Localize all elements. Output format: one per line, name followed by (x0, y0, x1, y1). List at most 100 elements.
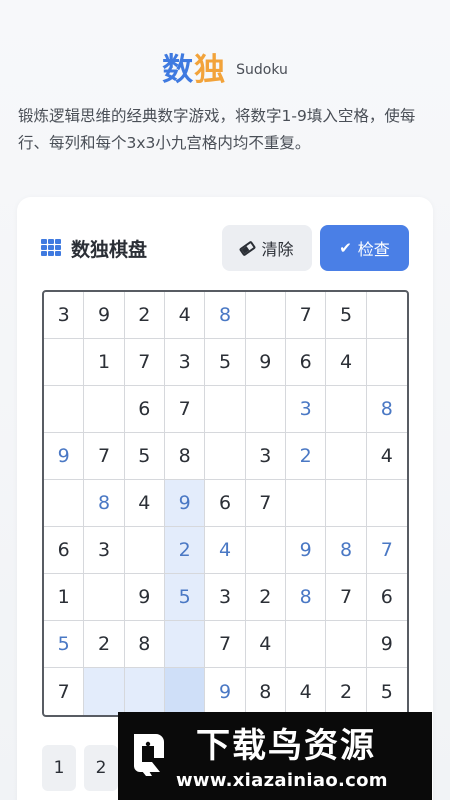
sudoku-cell-r8-c1[interactable]: 5 (44, 621, 85, 668)
sudoku-cell-r3-c7[interactable]: 3 (285, 386, 327, 433)
sudoku-cell-r7-c8[interactable]: 7 (326, 574, 367, 621)
sudoku-cell-r6-c3[interactable] (124, 527, 165, 574)
sudoku-cell-r3-c1[interactable] (44, 386, 85, 433)
sudoku-cell-r5-c9[interactable] (366, 480, 407, 527)
sudoku-cell-r8-c7[interactable] (285, 621, 327, 668)
eraser-icon (239, 240, 257, 256)
sudoku-cell-r8-c5[interactable]: 7 (205, 621, 246, 668)
sudoku-cell-r9-c1[interactable]: 7 (44, 668, 85, 715)
sudoku-cell-r4-c8[interactable] (326, 433, 367, 480)
sudoku-cell-r2-c3[interactable]: 7 (124, 339, 165, 386)
sudoku-cell-r4-c2[interactable]: 7 (84, 433, 125, 480)
bird-logo-icon (134, 734, 164, 776)
sudoku-cell-r1-c8[interactable]: 5 (326, 292, 367, 339)
sudoku-cell-r9-c4[interactable] (164, 668, 206, 715)
sudoku-board: 3924875173596467389758324849676324987195… (42, 290, 409, 717)
sudoku-cell-r8-c8[interactable] (326, 621, 367, 668)
numpad-key-2[interactable]: 2 (84, 745, 118, 791)
sudoku-cell-r3-c5[interactable] (205, 386, 246, 433)
sudoku-cell-r1-c3[interactable]: 2 (124, 292, 165, 339)
check-icon: ✔ (339, 239, 352, 257)
sudoku-cell-r9-c6[interactable]: 8 (246, 668, 286, 715)
sudoku-cell-r1-c7[interactable]: 7 (285, 292, 327, 339)
sudoku-cell-r7-c5[interactable]: 3 (205, 574, 246, 621)
sudoku-cell-r3-c2[interactable] (84, 386, 125, 433)
sudoku-cell-r5-c4[interactable]: 9 (164, 480, 206, 527)
sudoku-cell-r9-c9[interactable]: 5 (367, 668, 407, 715)
check-button-label: 检查 (357, 240, 390, 259)
sudoku-cell-r5-c2[interactable]: 8 (84, 480, 125, 527)
sudoku-cell-r6-c7[interactable]: 9 (285, 527, 327, 574)
sudoku-cell-r7-c3[interactable]: 9 (124, 574, 165, 621)
sudoku-cell-r1-c5[interactable]: 8 (205, 292, 246, 339)
clear-button[interactable]: 清除 (222, 225, 312, 271)
sudoku-cell-r6-c1[interactable]: 6 (44, 527, 85, 574)
sudoku-cell-r4-c6[interactable]: 3 (245, 433, 286, 480)
title-part-2: 独 (194, 52, 227, 88)
sudoku-cell-r1-c2[interactable]: 9 (84, 292, 125, 339)
page-subtitle: Sudoku (236, 62, 288, 78)
sudoku-cell-r2-c5[interactable]: 5 (205, 339, 246, 386)
sudoku-cell-r4-c3[interactable]: 5 (124, 433, 165, 480)
sudoku-cell-r6-c8[interactable]: 8 (326, 527, 367, 574)
sudoku-cell-r2-c1[interactable] (44, 339, 85, 386)
sudoku-cell-r7-c2[interactable] (84, 574, 125, 621)
sudoku-cell-r9-c5[interactable]: 9 (205, 668, 246, 715)
watermark-url: www.xiazainiao.com (176, 770, 388, 791)
numpad-key-1[interactable]: 1 (42, 745, 76, 791)
sudoku-cell-r7-c9[interactable]: 6 (366, 574, 407, 621)
sudoku-cell-r4-c9[interactable]: 4 (366, 433, 407, 480)
board-card: 数独棋盘 清除 ✔ 检查 392487517359646738975832484… (17, 197, 433, 800)
sudoku-cell-r3-c6[interactable] (245, 386, 286, 433)
sudoku-cell-r9-c2[interactable] (84, 668, 125, 715)
sudoku-cell-r1-c4[interactable]: 4 (164, 292, 206, 339)
sudoku-cell-r9-c3[interactable] (124, 668, 165, 715)
board-header: 数独棋盘 清除 ✔ 检查 (41, 225, 411, 271)
sudoku-cell-r8-c9[interactable]: 9 (366, 621, 407, 668)
sudoku-cell-r4-c4[interactable]: 8 (164, 433, 206, 480)
sudoku-cell-r6-c5[interactable]: 4 (205, 527, 246, 574)
header: 数独 Sudoku 锻炼逻辑思维的经典数字游戏，将数字1-9填入空格，使每行、每列… (0, 0, 450, 180)
sudoku-cell-r3-c3[interactable]: 6 (124, 386, 165, 433)
sudoku-cell-r7-c7[interactable]: 8 (285, 574, 327, 621)
page-title: 数独 Sudoku (0, 44, 450, 89)
watermark-title: 下载鸟资源 (196, 726, 376, 766)
sudoku-cell-r8-c6[interactable]: 4 (245, 621, 286, 668)
sudoku-cell-r4-c5[interactable] (205, 433, 246, 480)
sudoku-cell-r3-c4[interactable]: 7 (164, 386, 206, 433)
sudoku-cell-r1-c6[interactable] (245, 292, 286, 339)
sudoku-cell-r2-c9[interactable] (366, 339, 407, 386)
sudoku-cell-r3-c8[interactable] (326, 386, 367, 433)
sudoku-cell-r5-c1[interactable] (44, 480, 85, 527)
sudoku-cell-r4-c1[interactable]: 9 (44, 433, 85, 480)
sudoku-cell-r3-c9[interactable]: 8 (366, 386, 407, 433)
sudoku-cell-r6-c4[interactable]: 2 (164, 527, 206, 574)
sudoku-cell-r4-c7[interactable]: 2 (285, 433, 327, 480)
sudoku-cell-r7-c4[interactable]: 5 (164, 574, 206, 621)
sudoku-cell-r1-c1[interactable]: 3 (44, 292, 85, 339)
sudoku-cell-r2-c6[interactable]: 9 (245, 339, 286, 386)
sudoku-cell-r2-c2[interactable]: 1 (84, 339, 125, 386)
sudoku-cell-r6-c6[interactable] (245, 527, 286, 574)
sudoku-cell-r2-c4[interactable]: 3 (164, 339, 206, 386)
sudoku-cell-r7-c6[interactable]: 2 (245, 574, 286, 621)
sudoku-cell-r8-c4[interactable] (164, 621, 206, 668)
sudoku-cell-r1-c9[interactable] (366, 292, 407, 339)
sudoku-cell-r7-c1[interactable]: 1 (44, 574, 85, 621)
sudoku-cell-r6-c2[interactable]: 3 (84, 527, 125, 574)
watermark-banner: 下载鸟资源 www.xiazainiao.com (118, 712, 432, 800)
sudoku-cell-r5-c8[interactable] (326, 480, 367, 527)
sudoku-cell-r9-c8[interactable]: 2 (326, 668, 367, 715)
sudoku-cell-r2-c8[interactable]: 4 (326, 339, 367, 386)
sudoku-cell-r5-c5[interactable]: 6 (205, 480, 246, 527)
check-button[interactable]: ✔ 检查 (320, 225, 409, 271)
sudoku-cell-r9-c7[interactable]: 4 (286, 668, 327, 715)
sudoku-cell-r2-c7[interactable]: 6 (285, 339, 327, 386)
sudoku-cell-r5-c6[interactable]: 7 (245, 480, 286, 527)
sudoku-cell-r8-c3[interactable]: 8 (124, 621, 165, 668)
sudoku-cell-r8-c2[interactable]: 2 (84, 621, 125, 668)
sudoku-cell-r5-c7[interactable] (285, 480, 327, 527)
sudoku-cell-r5-c3[interactable]: 4 (124, 480, 165, 527)
board-title: 数独棋盘 (71, 239, 148, 261)
sudoku-cell-r6-c9[interactable]: 7 (366, 527, 407, 574)
